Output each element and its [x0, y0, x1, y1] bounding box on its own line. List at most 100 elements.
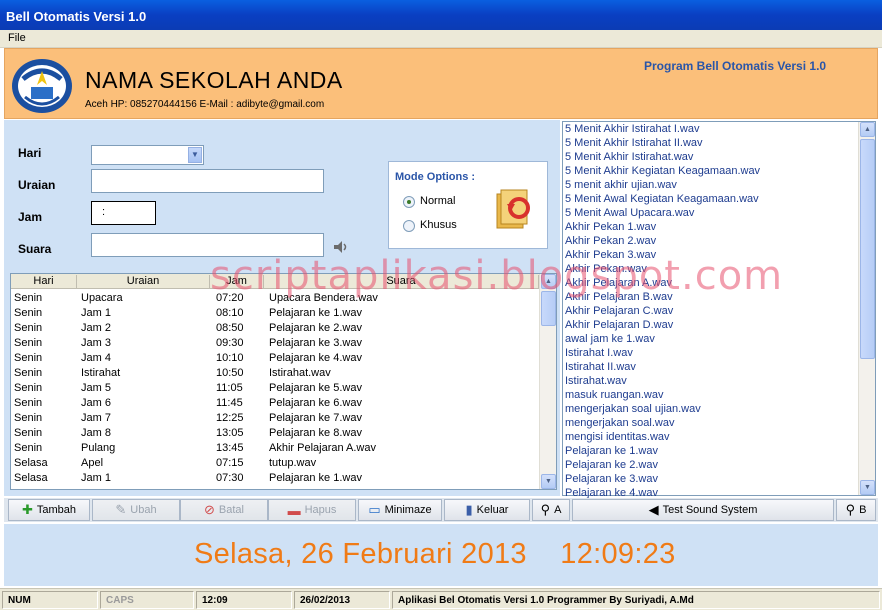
file-list-item[interactable]: 5 menit akhir ujian.wav — [565, 179, 857, 193]
table-cell: 10:10 — [216, 352, 244, 364]
table-cell: 13:45 — [216, 442, 244, 454]
scroll-up-icon[interactable]: ▲ — [860, 122, 875, 137]
file-list-item[interactable]: mengerjakan soal ujian.wav — [565, 403, 857, 417]
window-title: Bell Otomatis Versi 1.0 — [6, 9, 147, 24]
scroll-up-icon[interactable]: ▲ — [541, 274, 556, 289]
table-cell: 09:30 — [216, 337, 244, 349]
table-row[interactable]: Senin Jam 4 10:10 Pelajaran ke 4.wav — [11, 351, 539, 366]
sound-file-list[interactable]: 5 Menit Akhir Istirahat I.wav 5 Menit Akh… — [562, 121, 876, 499]
table-row[interactable]: Senin Jam 7 12:25 Pelajaran ke 7.wav — [11, 411, 539, 426]
scroll-down-icon[interactable]: ▼ — [860, 480, 875, 495]
table-cell: Istirahat — [81, 367, 121, 379]
file-list-item[interactable]: mengisi identitas.wav — [565, 431, 857, 445]
table-cell: 08:50 — [216, 322, 244, 334]
table-cell: 10:50 — [216, 367, 244, 379]
ubah-button[interactable]: ✎ Ubah — [92, 499, 180, 521]
table-cell: 12:25 — [216, 412, 244, 424]
file-list-item[interactable]: Akhir Pelajaran C.wav — [565, 305, 857, 319]
col-suara-header[interactable]: Suara — [264, 275, 539, 289]
table-cell: Istirahat.wav — [269, 367, 331, 379]
table-cell: Selasa — [14, 472, 48, 484]
file-list-scrollbar[interactable]: ▲ ▼ — [858, 122, 875, 495]
table-row[interactable]: Senin Jam 2 08:50 Pelajaran ke 2.wav — [11, 321, 539, 336]
file-list-item[interactable]: 5 Menit Akhir Istirahat II.wav — [565, 137, 857, 151]
table-row[interactable]: Senin Jam 3 09:30 Pelajaran ke 3.wav — [11, 336, 539, 351]
test-sound-button[interactable]: ◀ Test Sound System — [572, 499, 834, 521]
file-list-item[interactable]: Akhir Pelajaran A.wav — [565, 277, 857, 291]
file-list-item[interactable]: mengerjakan soal.wav — [565, 417, 857, 431]
file-list-item[interactable]: Istirahat II.wav — [565, 361, 857, 375]
table-row[interactable]: Senin Pulang 13:45 Akhir Pelajaran A.wav — [11, 441, 539, 456]
file-list-item[interactable]: Akhir Pekan 2.wav — [565, 235, 857, 249]
jam-input[interactable]: : — [91, 201, 156, 225]
file-list-item[interactable]: Akhir Pelajaran D.wav — [565, 319, 857, 333]
uraian-input[interactable] — [91, 169, 324, 193]
keluar-button[interactable]: ▮ Keluar — [444, 499, 530, 521]
mode-normal-radio[interactable] — [403, 196, 415, 208]
suara-input[interactable] — [91, 233, 324, 257]
col-jam-header[interactable]: Jam — [210, 275, 264, 289]
action-toolbar: ✚ Tambah ✎ Ubah ⊘ Batal ▬ Hapus ▭ Minimaze ▮ K… — [4, 498, 878, 522]
b-button[interactable]: ⚲ B — [836, 499, 876, 521]
table-row[interactable]: Senin Istirahat 10:50 Istirahat.wav — [11, 366, 539, 381]
file-list-item[interactable]: 5 Menit Akhir Istirahat I.wav — [565, 123, 857, 137]
mode-khusus-radio[interactable] — [403, 220, 415, 232]
file-list-item[interactable]: 5 Menit Akhir Istirahat.wav — [565, 151, 857, 165]
file-list-item[interactable]: Istirahat I.wav — [565, 347, 857, 361]
scroll-down-icon[interactable]: ▼ — [541, 474, 556, 489]
speaker-icon[interactable] — [332, 239, 348, 255]
hapus-button[interactable]: ▬ Hapus — [268, 499, 356, 521]
file-list-item[interactable]: Pelajaran ke 1.wav — [565, 445, 857, 459]
file-list-item[interactable]: 5 Menit Awal Kegiatan Keagamaan.wav — [565, 193, 857, 207]
col-hari-header[interactable]: Hari — [11, 275, 77, 289]
table-cell: Pelajaran ke 3.wav — [269, 337, 362, 349]
file-list-items: 5 Menit Akhir Istirahat I.wav 5 Menit Akh… — [565, 123, 857, 501]
a-button[interactable]: ⚲ A — [532, 499, 570, 521]
file-list-item[interactable]: awal jam ke 1.wav — [565, 333, 857, 347]
chevron-down-icon[interactable]: ▼ — [188, 147, 202, 163]
scroll-thumb[interactable] — [541, 291, 556, 326]
file-list-item[interactable]: Istirahat.wav — [565, 375, 857, 389]
table-cell: Pelajaran ke 7.wav — [269, 412, 362, 424]
batal-button[interactable]: ⊘ Batal — [180, 499, 268, 521]
file-list-item[interactable]: 5 Menit Akhir Kegiatan Keagamaan.wav — [565, 165, 857, 179]
table-cell: Pulang — [81, 442, 116, 454]
table-body: Senin Upacara 07:20 Upacara Bendera.wav Seni… — [11, 291, 539, 486]
table-row[interactable]: Senin Jam 1 08:10 Pelajaran ke 1.wav — [11, 306, 539, 321]
schedule-table[interactable]: Hari Uraian Jam Suara Senin Upacara 07:20 U… — [10, 273, 557, 490]
table-row[interactable]: Senin Jam 6 11:45 Pelajaran ke 6.wav — [11, 396, 539, 411]
table-cell: 08:10 — [216, 307, 244, 319]
table-cell: Pelajaran ke 1.wav — [269, 307, 362, 319]
table-scrollbar[interactable]: ▲ ▼ — [539, 274, 556, 489]
file-list-item[interactable]: Pelajaran ke 2.wav — [565, 459, 857, 473]
table-cell: Senin — [14, 397, 43, 409]
file-list-item[interactable]: Akhir Pelajaran B.wav — [565, 291, 857, 305]
file-list-item[interactable]: masuk ruangan.wav — [565, 389, 857, 403]
table-row[interactable]: Senin Upacara 07:20 Upacara Bendera.wav — [11, 291, 539, 306]
table-cell: Apel — [81, 457, 104, 469]
minimize-button[interactable]: ▭ Minimaze — [358, 499, 442, 521]
window-titlebar[interactable]: Bell Otomatis Versi 1.0 — [0, 0, 882, 30]
file-list-item[interactable]: Akhir Pekan.wav — [565, 263, 857, 277]
hari-dropdown[interactable]: ▼ — [91, 145, 204, 165]
table-row[interactable]: Senin Jam 8 13:05 Pelajaran ke 8.wav — [11, 426, 539, 441]
table-row[interactable]: Selasa Jam 1 07:30 Pelajaran ke 1.wav — [11, 471, 539, 486]
file-list-item[interactable]: Akhir Pekan 1.wav — [565, 221, 857, 235]
table-cell: Pelajaran ke 8.wav — [269, 427, 362, 439]
file-list-item[interactable]: Pelajaran ke 3.wav — [565, 473, 857, 487]
table-cell: Jam 4 — [81, 352, 111, 364]
scroll-thumb[interactable] — [860, 139, 875, 359]
file-list-item[interactable]: 5 Menit Awal Upacara.wav — [565, 207, 857, 221]
table-row[interactable]: Selasa Apel 07:15 tutup.wav — [11, 456, 539, 471]
speaker-icon: ◀ — [648, 502, 659, 517]
table-row[interactable]: Senin Jam 5 11:05 Pelajaran ke 5.wav — [11, 381, 539, 396]
table-cell: 13:05 — [216, 427, 244, 439]
menu-file[interactable]: File — [8, 32, 26, 44]
cancel-icon: ⊘ — [204, 502, 215, 517]
table-cell: 07:15 — [216, 457, 244, 469]
tambah-button[interactable]: ✚ Tambah — [8, 499, 90, 521]
col-uraian-header[interactable]: Uraian — [77, 275, 210, 289]
school-contact: Aceh HP: 085270444156 E-Mail : adibyte@g… — [85, 99, 325, 110]
file-list-item[interactable]: Akhir Pekan 3.wav — [565, 249, 857, 263]
table-cell: Senin — [14, 427, 43, 439]
